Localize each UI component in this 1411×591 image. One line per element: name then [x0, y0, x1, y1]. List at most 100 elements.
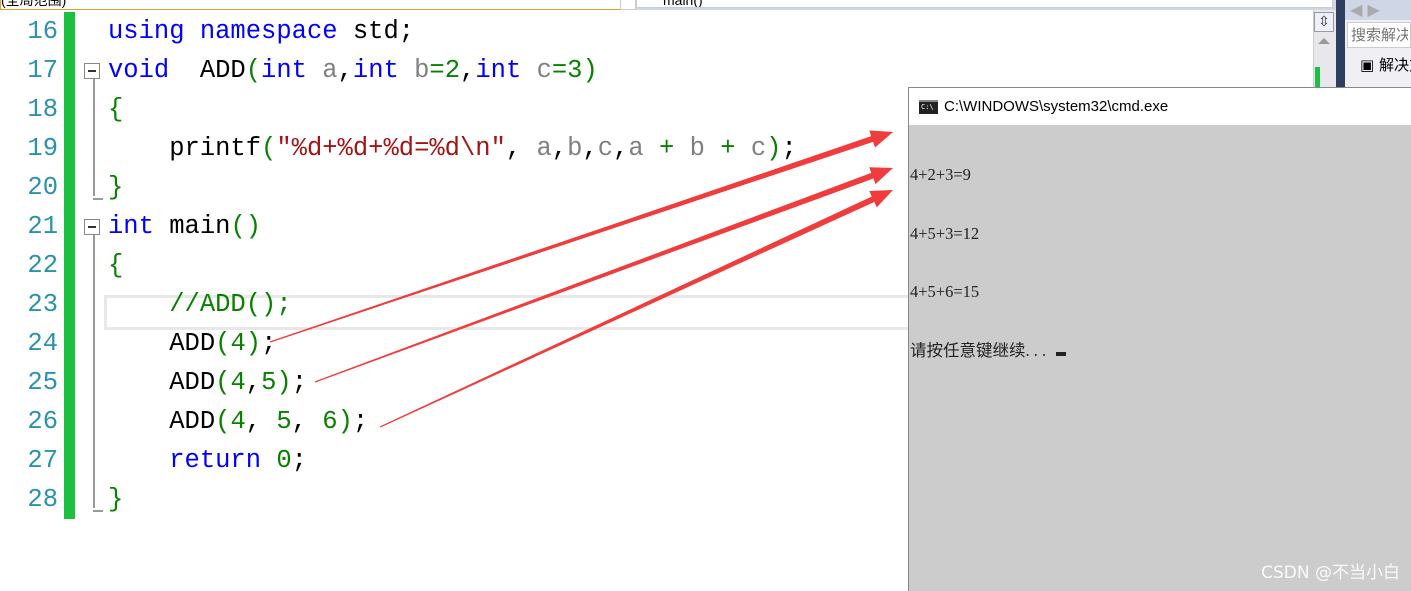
- change-indicator: [64, 285, 75, 324]
- code-line[interactable]: 16 using namespace std;: [0, 12, 1312, 51]
- change-indicator: [64, 129, 75, 168]
- code-token: 4: [230, 368, 246, 397]
- console-output: 4+2+3=9 4+5+3=12 4+5+6=15 请按任意键继续. . .: [910, 126, 1067, 399]
- split-window-button[interactable]: ⇳: [1314, 12, 1334, 32]
- code-token: a: [628, 134, 644, 163]
- code-token: c: [750, 134, 767, 163]
- code-token: b: [689, 134, 705, 163]
- code-token: ,: [551, 134, 568, 163]
- console-cursor: [1056, 351, 1067, 356]
- code-token: ,: [245, 407, 277, 436]
- line-number: 22: [27, 251, 58, 280]
- code-token: b: [398, 56, 430, 85]
- change-indicator: [64, 207, 75, 246]
- code-token: ADD: [108, 368, 216, 397]
- code-text: ADD(4, 5, 6);: [108, 402, 368, 441]
- code-token: {: [108, 95, 124, 124]
- code-text: ADD(4);: [108, 324, 276, 363]
- code-token: int: [352, 56, 399, 85]
- code-token: 4: [230, 329, 246, 358]
- change-indicator: [64, 402, 75, 441]
- collapse-icon[interactable]: [84, 219, 100, 235]
- output-line: 4+2+3=9: [910, 165, 971, 184]
- code-token: "%d+%d+%d=%d\n": [276, 134, 506, 163]
- code-token: 6: [322, 407, 338, 436]
- code-token: ,: [291, 407, 323, 436]
- watermark: CSDN @不当小白: [1261, 563, 1400, 583]
- code-text: void ADD(int a,int b=2,int c=3): [108, 51, 598, 90]
- code-token: using: [108, 17, 185, 46]
- code-token: ,: [582, 134, 598, 163]
- code-text: printf("%d+%d+%d=%d\n", a,b,c,a + b + c)…: [108, 129, 797, 168]
- code-token: ,: [337, 56, 353, 85]
- solution-icon: ▣: [1360, 56, 1379, 74]
- code-token: ): [276, 368, 292, 397]
- change-indicator: [64, 480, 75, 519]
- change-indicator: [64, 363, 75, 402]
- code-text: }: [108, 480, 123, 519]
- code-token: ,: [613, 134, 629, 163]
- scope-dropdown[interactable]: (全局范围): [0, 0, 622, 10]
- code-token: }: [108, 173, 124, 202]
- code-token: //ADD();: [108, 290, 292, 319]
- line-number: 20: [27, 173, 58, 202]
- code-token: ): [337, 407, 353, 436]
- change-indicator: [64, 441, 75, 480]
- line-number: 19: [27, 134, 58, 163]
- solution-item[interactable]: ▣ 解决方案: [1360, 54, 1411, 75]
- code-text: using namespace std;: [108, 12, 414, 51]
- fold-guide-end: [93, 510, 103, 512]
- code-token: 0: [261, 446, 292, 475]
- code-token: (: [215, 329, 231, 358]
- code-token: return: [108, 446, 262, 475]
- output-line: 4+5+3=12: [910, 223, 980, 243]
- change-indicator: [64, 168, 75, 207]
- console-title: C:\WINDOWS\system32\cmd.exe: [944, 98, 1169, 115]
- code-text: return 0;: [108, 441, 307, 480]
- line-number: 28: [27, 485, 58, 514]
- code-line[interactable]: 17 void ADD(int a,int b=2,int c=3): [0, 51, 1312, 90]
- solution-search-input[interactable]: [1347, 22, 1411, 48]
- scope-dropdown-button[interactable]: [620, 0, 636, 10]
- code-token: ADD: [108, 329, 216, 358]
- line-number: 25: [27, 368, 58, 397]
- code-token: int: [108, 212, 154, 241]
- line-number: 16: [27, 17, 58, 46]
- code-token: (: [215, 407, 231, 436]
- code-token: ;: [261, 329, 277, 358]
- code-text: ADD(4,5);: [108, 363, 307, 402]
- code-token: c: [597, 134, 614, 163]
- code-token: (: [215, 368, 231, 397]
- code-token: ;: [781, 134, 797, 163]
- line-number: 23: [27, 290, 58, 319]
- code-token: std;: [337, 17, 415, 46]
- code-token: int: [475, 56, 522, 85]
- code-text: }: [108, 168, 123, 207]
- code-token: =2: [429, 56, 461, 85]
- code-token: int: [261, 56, 307, 85]
- line-number: 18: [27, 95, 58, 124]
- fold-guide-end: [93, 198, 103, 200]
- change-indicator: [64, 12, 75, 51]
- change-indicator: [64, 90, 75, 129]
- scroll-up-arrow-icon[interactable]: [1318, 38, 1330, 44]
- collapse-icon[interactable]: [84, 63, 100, 79]
- function-dropdown[interactable]: main(): [636, 0, 1333, 8]
- code-token: void: [108, 56, 170, 85]
- code-text: //ADD();: [108, 285, 292, 324]
- console-title-bar[interactable]: C:\ C:\WINDOWS\system32\cmd.exe: [909, 88, 1411, 125]
- code-token: =3: [551, 56, 583, 85]
- code-token: ): [245, 329, 262, 358]
- change-indicator: [64, 324, 75, 363]
- code-token: a: [536, 134, 552, 163]
- code-token: (: [261, 134, 277, 163]
- code-token: a: [306, 56, 338, 85]
- code-token: (: [245, 56, 262, 85]
- console-window[interactable]: C:\ C:\WINDOWS\system32\cmd.exe 4+2+3=9 …: [908, 87, 1411, 591]
- cmd-icon: C:\: [919, 100, 938, 114]
- output-line: 4+5+6=15: [910, 282, 980, 301]
- code-token: ADD: [169, 56, 246, 85]
- fold-guide: [93, 235, 95, 508]
- back-icon[interactable]: ◀ ▶: [1345, 0, 1380, 19]
